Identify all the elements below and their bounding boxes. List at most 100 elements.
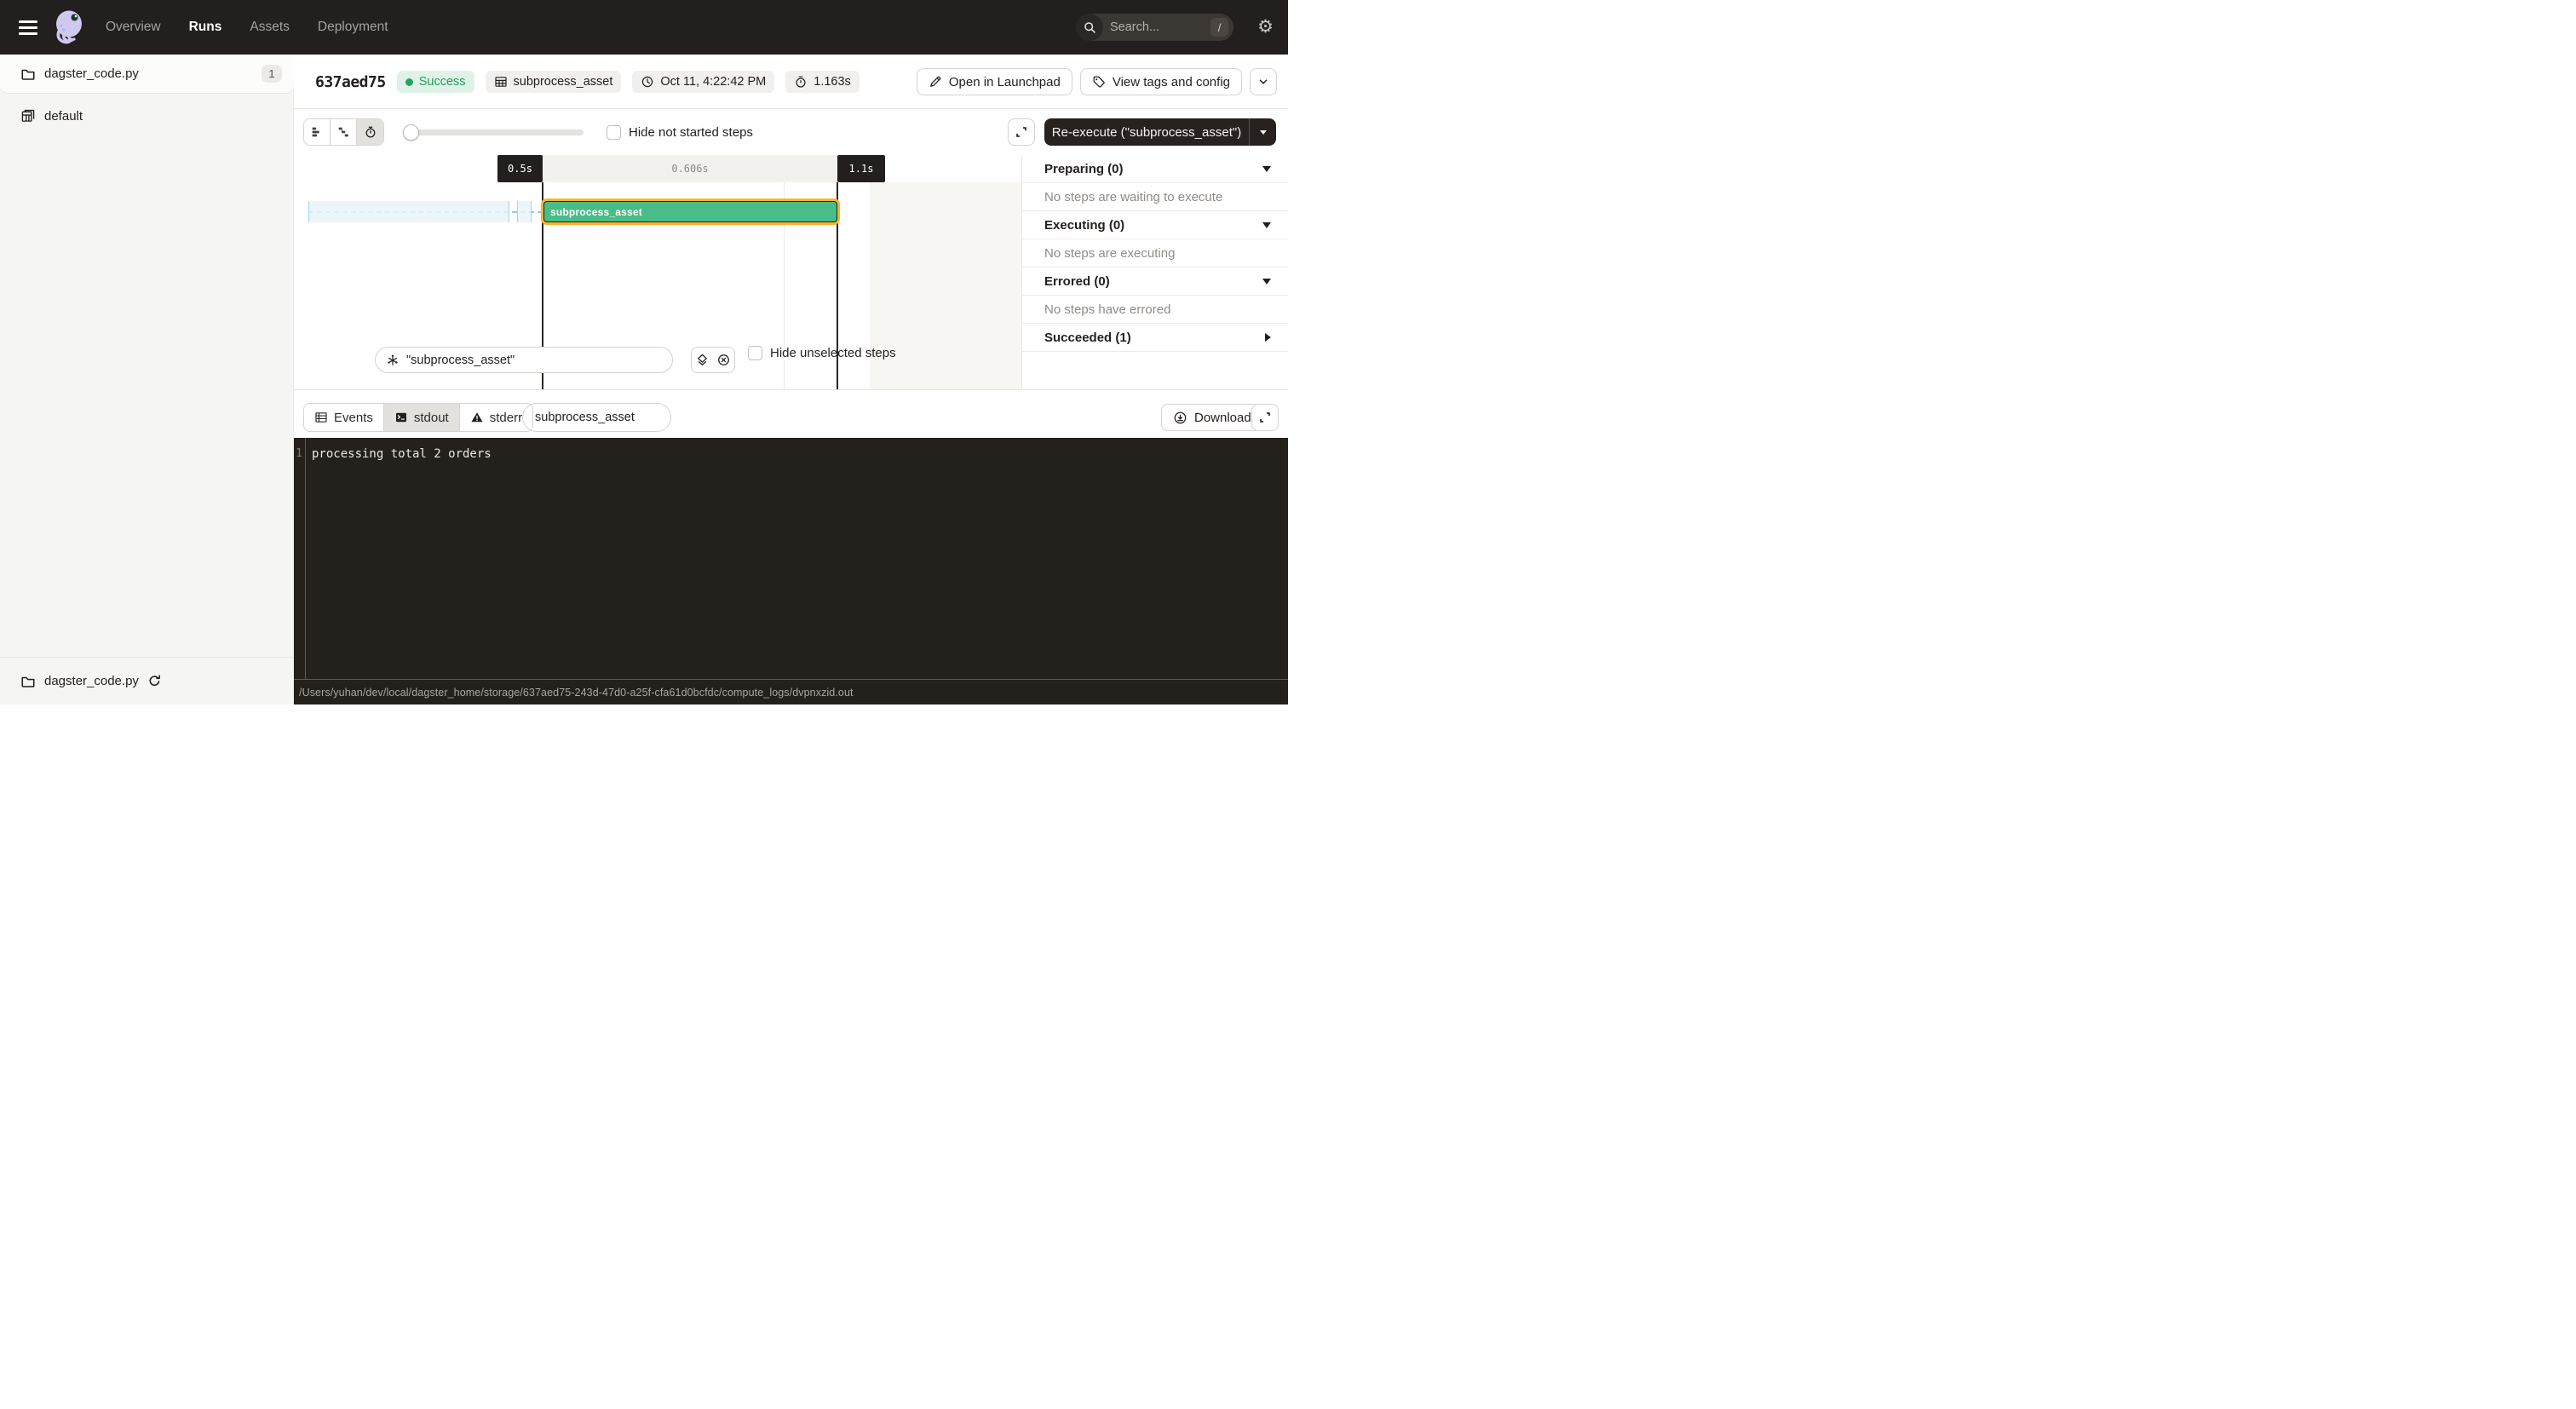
sidebar: dagster_code.py 1 default dagster_code.p…	[0, 55, 294, 704]
sidebar-item-job-default[interactable]: default	[0, 101, 294, 131]
download-icon	[1173, 411, 1187, 425]
layers-button[interactable]	[692, 348, 713, 372]
nav-item-deployment[interactable]: Deployment	[318, 20, 388, 35]
job-grid-icon	[20, 108, 36, 124]
search-shortcut-key: /	[1210, 18, 1228, 37]
pencil-icon	[929, 75, 942, 89]
download-button[interactable]: Download	[1161, 404, 1263, 431]
search-icon	[1076, 14, 1103, 41]
hide-unselected-checkbox[interactable]	[748, 346, 762, 360]
log-filter-input[interactable]	[535, 411, 658, 424]
tab-events[interactable]: Events	[304, 404, 384, 431]
caret-down-icon	[1260, 130, 1267, 135]
caret-down-icon	[1262, 279, 1271, 285]
expand-icon	[1015, 125, 1028, 139]
log-file-path-bar: /Users/yuhan/dev/local/dagster_home/stor…	[294, 679, 1288, 704]
nav-item-runs[interactable]: Runs	[189, 20, 222, 35]
warning-icon	[470, 411, 484, 424]
log-filter-wrap	[522, 403, 671, 432]
reexecute-button[interactable]: Re-execute ("subprocess_asset")	[1044, 118, 1276, 146]
gantt-fullscreen-button[interactable]	[1008, 118, 1035, 146]
run-count-badge: 1	[262, 65, 282, 83]
hide-unselected-label: Hide unselected steps	[770, 346, 896, 360]
nav-item-assets[interactable]: Assets	[250, 20, 290, 35]
nav-links: Overview Runs Assets Deployment	[106, 0, 388, 55]
stdout-log-view[interactable]: 1 processing total 2 orders	[294, 438, 1288, 679]
circle-x-icon	[716, 353, 731, 367]
flat-view-button[interactable]	[304, 119, 331, 145]
search-input[interactable]: Search... /	[1076, 14, 1233, 41]
tag-icon	[1092, 75, 1106, 89]
sidebar-item-label: dagster_code.py	[44, 66, 253, 81]
run-header: 637aed75 Success subprocess_asset Oct 11…	[294, 55, 1288, 109]
zoom-slider[interactable]	[405, 109, 584, 155]
open-in-launchpad-button[interactable]: Open in Launchpad	[917, 68, 1072, 95]
section-message: No steps have errored	[1022, 296, 1288, 324]
events-table-icon	[314, 411, 328, 424]
waiting-span	[308, 201, 509, 222]
step-status-panel: Preparing (0) No steps are waiting to ex…	[1021, 155, 1288, 390]
dagster-logo-icon[interactable]	[49, 8, 88, 47]
section-message: No steps are executing	[1022, 239, 1288, 267]
waiting-span-short	[517, 201, 532, 222]
reload-icon[interactable]	[147, 674, 162, 688]
sidebar-footer: dagster_code.py	[0, 657, 294, 704]
gantt-chart: 0.606s 0.5s 1.1s subprocess_asset Hide u…	[294, 155, 1288, 390]
gutter-divider	[305, 438, 306, 679]
op-selector-icon	[386, 354, 400, 367]
hide-not-started-checkbox[interactable]	[607, 125, 621, 140]
search-placeholder: Search...	[1110, 20, 1210, 34]
timer-view-icon	[364, 125, 377, 139]
section-executing[interactable]: Executing (0)	[1022, 211, 1288, 239]
section-preparing[interactable]: Preparing (0)	[1022, 155, 1288, 183]
gantt-toolbar: Hide not started steps Re-execute ("subp…	[294, 109, 1288, 155]
timestamp-tag: Oct 11, 4:22:42 PM	[632, 71, 774, 93]
timeline-duration-label: 0.606s	[543, 155, 837, 182]
log-tabs: Events stdout stderr	[303, 403, 533, 432]
log-toolbar: Events stdout stderr Download	[294, 390, 1288, 438]
section-errored[interactable]: Errored (0)	[1022, 267, 1288, 296]
section-message: No steps are waiting to execute	[1022, 183, 1288, 211]
timing-view-button[interactable]	[357, 119, 383, 145]
chevron-down-icon	[1256, 75, 1270, 89]
log-file-path: /Users/yuhan/dev/local/dagster_home/stor…	[299, 687, 854, 699]
terminal-icon	[394, 411, 408, 424]
status-dot-icon	[405, 78, 413, 86]
clear-selection-button[interactable]	[713, 348, 734, 372]
gear-icon[interactable]: ⚙	[1257, 17, 1274, 36]
menu-icon[interactable]	[19, 20, 37, 35]
slider-track[interactable]	[405, 129, 584, 135]
folder-icon	[20, 674, 36, 689]
log-line-number: 1	[294, 447, 302, 460]
run-actions-chevron-button[interactable]	[1250, 68, 1277, 95]
flat-view-icon	[310, 125, 324, 139]
log-fullscreen-button[interactable]	[1251, 404, 1279, 431]
asset-tag[interactable]: subprocess_asset	[486, 71, 622, 93]
nav-item-overview[interactable]: Overview	[106, 20, 161, 35]
expand-icon	[1258, 411, 1272, 424]
caret-down-icon	[1262, 166, 1271, 172]
filter-actions-group	[691, 347, 735, 373]
timeline-marker-right: 1.1s	[837, 155, 885, 182]
section-succeeded[interactable]: Succeeded (1)	[1022, 324, 1288, 352]
hide-not-started-label: Hide not started steps	[629, 125, 753, 140]
top-nav: Overview Runs Assets Deployment Search..…	[0, 0, 1288, 55]
step-filter-input[interactable]	[406, 354, 662, 367]
gantt-step-bar[interactable]: subprocess_asset	[543, 201, 837, 222]
waterfall-view-icon	[336, 125, 350, 139]
table-icon	[494, 75, 508, 89]
slider-thumb[interactable]	[403, 124, 419, 141]
status-badge: Success	[397, 71, 474, 93]
tab-stdout[interactable]: stdout	[384, 404, 460, 431]
sidebar-footer-label: dagster_code.py	[44, 674, 139, 688]
stopwatch-icon	[794, 75, 808, 89]
caret-down-icon	[1262, 222, 1271, 228]
clock-icon	[641, 75, 654, 89]
waterfall-view-button[interactable]	[331, 119, 357, 145]
layers-diamond-icon	[695, 353, 710, 367]
timeline-marker-left: 0.5s	[497, 155, 543, 182]
sidebar-item-code-location[interactable]: dagster_code.py 1	[0, 55, 294, 94]
log-line-text: processing total 2 orders	[312, 446, 492, 463]
view-tags-config-button[interactable]: View tags and config	[1080, 68, 1242, 95]
reexecute-options-caret[interactable]	[1250, 130, 1276, 135]
